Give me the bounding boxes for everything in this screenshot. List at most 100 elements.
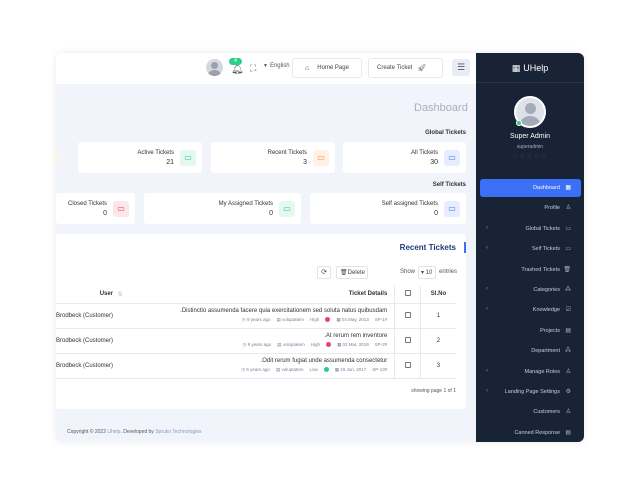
- sidebar-item-self-tickets[interactable]: ‹ Self Tickets ▭: [480, 240, 581, 258]
- developed-by-text: . Developed by: [120, 429, 156, 435]
- ticket-details[interactable]: .Distinctio assumenda facere quia exerci…: [123, 303, 395, 329]
- column-header-details[interactable]: Ticket Details: [123, 286, 395, 304]
- row-checkbox[interactable]: [404, 311, 411, 318]
- row-checkbox-cell[interactable]: [394, 303, 421, 329]
- home-page-label: Home Page: [317, 65, 349, 71]
- delete-button[interactable]: 🗑︎Delete: [336, 266, 368, 279]
- sidebar-item-dashboard[interactable]: Dashboard ▦: [480, 179, 581, 197]
- self-tickets-icon: ▭: [565, 246, 571, 253]
- sidebar-item-landing-page-settings[interactable]: ‹ Landing Page Settings ⚙: [480, 383, 581, 401]
- recent-tickets-card[interactable]: Recent Tickets 3 ▭: [211, 142, 335, 173]
- sidebar-item-projects[interactable]: Projects ▤: [480, 322, 581, 340]
- clock-icon: ◷: [242, 342, 247, 347]
- sidebar-item-label: Customers: [533, 409, 560, 416]
- category-icon: ▤: [275, 367, 281, 372]
- sidebar-item-department[interactable]: Department ⁂: [480, 342, 581, 360]
- home-page-button[interactable]: ⌂ Home Page: [292, 58, 362, 78]
- page-size-select[interactable]: ▾ 10: [418, 266, 436, 279]
- brand-link[interactable]: Uhelp: [107, 429, 120, 435]
- sidebar-item-knowledge[interactable]: ‹ Knowledge ☑: [480, 301, 581, 319]
- sidebar-item-customers[interactable]: Customers ♙: [480, 403, 581, 421]
- ticket-slno: 1: [419, 303, 456, 329]
- ticket-subject[interactable]: .Distinctio assumenda facere quia exerci…: [124, 308, 387, 314]
- row-checkbox[interactable]: [404, 336, 411, 343]
- user-avatar[interactable]: [206, 59, 223, 76]
- sidebar-item-global-tickets[interactable]: ‹ Global Tickets ▭: [480, 220, 581, 238]
- trash-icon: 🗑︎: [340, 270, 348, 276]
- ticket-slno: 3: [419, 353, 456, 379]
- page-title: Dashboard: [414, 102, 468, 114]
- ticket-slno: 2: [419, 328, 456, 354]
- row-checkbox-cell[interactable]: [394, 353, 421, 379]
- clock-icon: ◷: [241, 317, 246, 322]
- refresh-icon: ⟳: [321, 269, 327, 276]
- sidebar-item-label: Dashboard: [533, 185, 560, 191]
- card-value: 0: [103, 210, 107, 217]
- card-label: Active Tickets: [137, 150, 174, 156]
- ticket-id: SP-2#: [374, 342, 388, 347]
- card-value: 0: [434, 210, 438, 217]
- sidebar-item-canned-response[interactable]: Canned Response ▤: [480, 424, 581, 442]
- sort-icon[interactable]: ⇅: [116, 286, 124, 304]
- column-header-slno[interactable]: Sl.No: [419, 286, 456, 304]
- ticket-subject[interactable]: .At rerum rem inventore: [124, 333, 387, 339]
- landing-page-settings-icon: ⚙: [565, 389, 571, 395]
- table-row[interactable]: Brodbeck (Customer) .At rerum rem invento…: [56, 328, 456, 354]
- card-value: 30: [430, 159, 438, 166]
- ticket-date: 04 May, 2013: [341, 317, 369, 322]
- card-label: Closed Tickets: [67, 201, 107, 207]
- table-row[interactable]: Brodbeck (Customer) .Distinctio assumenda…: [56, 303, 456, 329]
- delete-label: Delete: [347, 270, 365, 276]
- chevron-left-icon: ‹: [486, 388, 488, 394]
- ticket-date: 03 Mar, 2019: [342, 342, 369, 347]
- sidebar-item-label: Projects: [540, 327, 560, 334]
- self-assigned-tickets-card[interactable]: Self assigned Tickets 0 ▭: [310, 193, 466, 224]
- select-all-checkbox[interactable]: [404, 290, 411, 297]
- footer: Copyright © 2022 Uhelp. Developed by Spr…: [67, 429, 202, 435]
- priority-dot: [323, 367, 329, 373]
- create-ticket-button[interactable]: Create Ticket 🚀︎: [368, 58, 443, 78]
- sidebar-item-categories[interactable]: ‹ Categories ⁂: [480, 281, 581, 299]
- sidebar-item-profile[interactable]: Profile ♙: [480, 199, 581, 217]
- all-tickets-card[interactable]: All Tickets 30 ▭: [343, 142, 466, 173]
- my-assigned-tickets-card[interactable]: My Assigned Tickets 0 ▭: [144, 193, 301, 224]
- ticket-subject[interactable]: .Odit rerum fugiat unde assumenda consec…: [124, 358, 388, 364]
- page-size-value: 10: [425, 270, 433, 276]
- notification-badge: 4: [229, 58, 242, 65]
- brand-logo[interactable]: ▦ UHelp: [476, 53, 584, 83]
- recent-tickets-panel: Recent Tickets ⟳ 🗑︎Delete Show ▾ 10 entr…: [56, 234, 466, 409]
- trashed-tickets-icon: 🗑: [563, 266, 571, 273]
- closed-tickets-card[interactable]: Closed Tickets 0 ▭: [56, 193, 135, 224]
- menu-toggle-button[interactable]: ☰: [452, 59, 470, 76]
- card-value: 21: [166, 159, 174, 166]
- select-all-checkbox-cell[interactable]: [394, 286, 421, 304]
- calendar-icon: ▦: [336, 317, 341, 322]
- chevron-left-icon: ‹: [486, 245, 488, 252]
- dashboard-icon: ▦: [565, 185, 571, 191]
- profile-name: Super Admin: [509, 133, 551, 140]
- home-icon: ⌂: [305, 64, 310, 72]
- row-checkbox-cell[interactable]: [394, 328, 421, 354]
- column-header-user[interactable]: User: [56, 286, 117, 304]
- sidebar-item-manage-roles[interactable]: ‹ Manage Roles ♙: [480, 363, 581, 381]
- ticket-icon: ▭: [444, 201, 460, 217]
- developer-link[interactable]: Spruko Technologies: [155, 429, 201, 435]
- fullscreen-icon[interactable]: ⛶: [250, 63, 256, 74]
- sidebar-item-trashed-tickets[interactable]: Trashed Tickets 🗑: [480, 261, 581, 279]
- sidebar-item-label: Manage Roles: [524, 368, 560, 375]
- card-label: My Assigned Tickets: [218, 201, 273, 207]
- active-tickets-card[interactable]: Active Tickets 21 ▭: [78, 142, 202, 173]
- ticket-icon: ▭: [180, 150, 196, 166]
- ticket-details[interactable]: .Odit rerum fugiat unde assumenda consec…: [123, 353, 395, 379]
- refresh-button[interactable]: ⟳: [317, 266, 331, 279]
- bell-icon[interactable]: 🔔︎: [231, 64, 244, 75]
- ticket-details[interactable]: .At rerum rem inventore ◷ 8 years ago ▤ vo…: [123, 328, 395, 354]
- table-row[interactable]: Brodbeck (Customer) .Odit rerum fugiat un…: [56, 353, 456, 379]
- sidebar-item-label: Global Tickets: [525, 225, 560, 232]
- ticket-priority: High: [310, 317, 320, 322]
- language-selector[interactable]: ▼ English: [263, 63, 290, 69]
- entries-label: entries: [439, 269, 458, 275]
- chevron-down-icon: ▾: [421, 270, 425, 276]
- app-window: 🔔︎ 4 ⛶ ▼ English ⌂ Home Page Create Ticket…: [56, 53, 584, 442]
- row-checkbox[interactable]: [404, 361, 411, 368]
